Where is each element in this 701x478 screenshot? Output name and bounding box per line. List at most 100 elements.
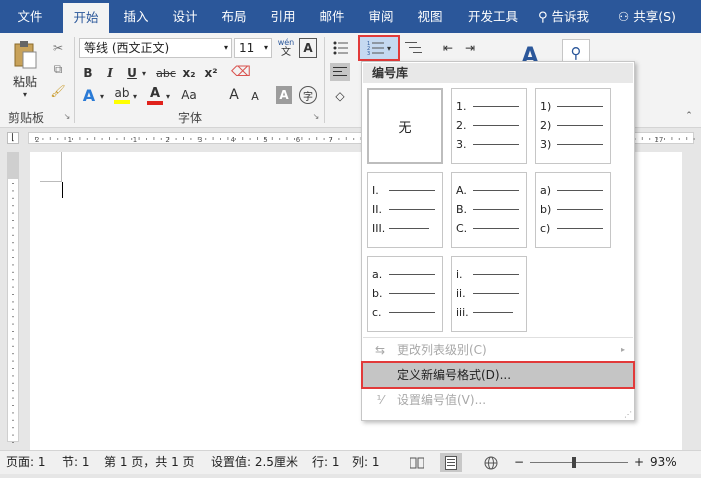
line-indicator[interactable]: 行: 1 xyxy=(312,451,340,474)
tab-view[interactable]: 视图 xyxy=(411,0,449,33)
dialog-launcher-icon[interactable]: ↘ xyxy=(62,111,72,121)
tab-mailings[interactable]: 邮件 xyxy=(313,0,351,33)
zoom-level[interactable]: 93% xyxy=(650,451,677,474)
page-count[interactable]: 第 1 页，共 1 页 xyxy=(104,451,195,474)
cut-icon[interactable]: ✂ xyxy=(50,40,66,56)
paste-button[interactable] xyxy=(10,39,40,71)
numbering-option-alpha-paren[interactable]: a) b) c) xyxy=(535,172,611,248)
set-value-icon: ⅟ xyxy=(376,393,384,407)
vertical-scrollbar[interactable] xyxy=(689,148,701,450)
tab-layout[interactable]: 布局 xyxy=(215,0,253,33)
bold-button[interactable]: B xyxy=(80,64,96,82)
font-size-combobox[interactable]: 11 ▾ xyxy=(234,38,272,58)
shading-bucket-icon[interactable]: ◇ xyxy=(330,87,350,105)
column-indicator[interactable]: 列: 1 xyxy=(352,451,380,474)
chevron-down-icon[interactable]: ▾ xyxy=(131,87,139,105)
tab-review[interactable]: 审阅 xyxy=(362,0,400,33)
zoom-slider-track[interactable] xyxy=(530,462,628,463)
phonetic-guide-button[interactable]: wén 文 xyxy=(276,36,296,60)
tab-file[interactable]: 文件 xyxy=(10,0,50,33)
dialog-launcher-icon[interactable]: ↘ xyxy=(311,111,321,121)
placeholder-line xyxy=(473,189,519,191)
underline-button[interactable]: U xyxy=(124,64,140,82)
define-new-number-format-item[interactable]: 定义新编号格式(D)... xyxy=(361,361,635,389)
chevron-down-icon[interactable]: ▾ xyxy=(98,87,106,105)
resize-grip-icon[interactable]: ⋰ xyxy=(624,410,632,419)
web-layout-icon[interactable] xyxy=(484,455,498,470)
increase-indent-icon[interactable]: ⇥ xyxy=(460,39,480,57)
ruler-strip[interactable] xyxy=(7,152,19,443)
number-label: a) xyxy=(540,183,552,197)
font-color-swatch xyxy=(147,100,163,105)
tell-me-search[interactable]: ⚲ 告诉我 xyxy=(538,0,589,33)
format-painter-icon[interactable]: 🖌 xyxy=(50,83,66,99)
numbering-option-alpha-lower[interactable]: a. b. c. xyxy=(367,256,443,332)
numbering-option-1-dot[interactable]: 1. 2. 3. xyxy=(451,88,527,164)
character-border-button[interactable]: A xyxy=(299,38,317,58)
enclose-characters-button[interactable]: 字 xyxy=(299,86,317,104)
share-button[interactable]: ⚇ 共享(S) xyxy=(618,0,676,33)
clipboard-group-label: 剪贴板 xyxy=(8,111,45,125)
zoom-in-button[interactable]: + xyxy=(634,451,644,474)
bullets-button[interactable] xyxy=(330,39,352,57)
chevron-down-icon[interactable]: ▾ xyxy=(140,64,148,82)
read-mode-icon[interactable] xyxy=(409,455,425,469)
superscript-button[interactable]: x² xyxy=(202,64,220,82)
paste-label[interactable]: 粘贴 xyxy=(10,73,40,89)
grow-font-button[interactable]: A xyxy=(226,85,242,105)
numbering-option-alpha-upper[interactable]: A. B. C. xyxy=(451,172,527,248)
number-label: III. xyxy=(372,221,386,235)
numbering-library-title: 编号库 xyxy=(363,63,633,83)
placeholder-line xyxy=(389,311,435,313)
chevron-down-icon[interactable]: ▾ xyxy=(20,89,30,99)
change-list-level-item[interactable]: ⇆ 更改列表级别(C) ▸ xyxy=(363,338,633,362)
svg-text:2: 2 xyxy=(165,136,169,144)
placeholder-line xyxy=(389,208,435,210)
numbering-button[interactable]: 123 ▾ xyxy=(358,35,400,61)
number-label: I. xyxy=(372,183,379,197)
numbering-option-roman-lower[interactable]: i. ii. iii. xyxy=(451,256,527,332)
number-label: iii. xyxy=(456,305,469,319)
numbering-none-option[interactable]: 无 xyxy=(367,88,443,164)
font-color-button[interactable]: A xyxy=(146,85,164,105)
align-left-button[interactable] xyxy=(330,63,350,81)
collapse-ribbon-icon[interactable]: ⌃ xyxy=(683,111,695,121)
clipboard-icon xyxy=(14,41,37,69)
tab-references[interactable]: 引用 xyxy=(264,0,302,33)
divider xyxy=(74,37,75,123)
tab-insert[interactable]: 插入 xyxy=(117,0,155,33)
page-indicator[interactable]: 页面: 1 xyxy=(6,451,46,474)
italic-button[interactable]: I xyxy=(102,64,118,82)
chevron-down-icon[interactable]: ▾ xyxy=(164,87,172,105)
svg-text:6: 6 xyxy=(296,136,301,144)
clear-formatting-icon[interactable]: ⌫ xyxy=(231,63,251,81)
zoom-out-button[interactable]: − xyxy=(514,451,524,474)
person-icon: ⚇ xyxy=(618,9,630,24)
tab-home[interactable]: 开始 xyxy=(63,3,109,33)
position-indicator[interactable]: 设置值: 2.5厘米 xyxy=(211,451,298,474)
multilevel-list-button[interactable] xyxy=(402,39,426,57)
change-case-button[interactable]: Aa xyxy=(180,85,198,105)
tab-selector-icon[interactable]: ⌊ xyxy=(7,132,19,144)
list-item: iii. xyxy=(456,305,513,319)
tab-design[interactable]: 设计 xyxy=(166,0,204,33)
subscript-button[interactable]: x₂ xyxy=(180,64,198,82)
number-label: 1) xyxy=(540,99,552,113)
zoom-slider-thumb[interactable] xyxy=(572,457,576,468)
text-highlight-button[interactable]: ab xyxy=(113,85,131,105)
numbering-option-roman-upper[interactable]: I. II. III. xyxy=(367,172,443,248)
section-indicator[interactable]: 节: 1 xyxy=(62,451,90,474)
svg-text:1: 1 xyxy=(68,136,72,144)
character-shading-button[interactable]: A xyxy=(276,86,292,104)
decrease-indent-icon[interactable]: ⇤ xyxy=(438,39,458,57)
shrink-font-button[interactable]: A xyxy=(248,87,262,105)
tab-developer[interactable]: 开发工具 xyxy=(460,0,526,33)
font-name-combobox[interactable]: 等线 (西文正文) ▾ xyxy=(79,38,232,58)
svg-text:1: 1 xyxy=(133,136,137,144)
text-effects-button[interactable]: A xyxy=(80,85,98,105)
numbering-option-1-paren[interactable]: 1) 2) 3) xyxy=(535,88,611,164)
set-numbering-value-item[interactable]: ⅟ 设置编号值(V)... xyxy=(363,388,633,412)
strikethrough-button[interactable]: abc xyxy=(155,64,177,82)
copy-icon[interactable]: ⧉ xyxy=(50,61,66,77)
print-layout-button[interactable] xyxy=(440,453,462,472)
